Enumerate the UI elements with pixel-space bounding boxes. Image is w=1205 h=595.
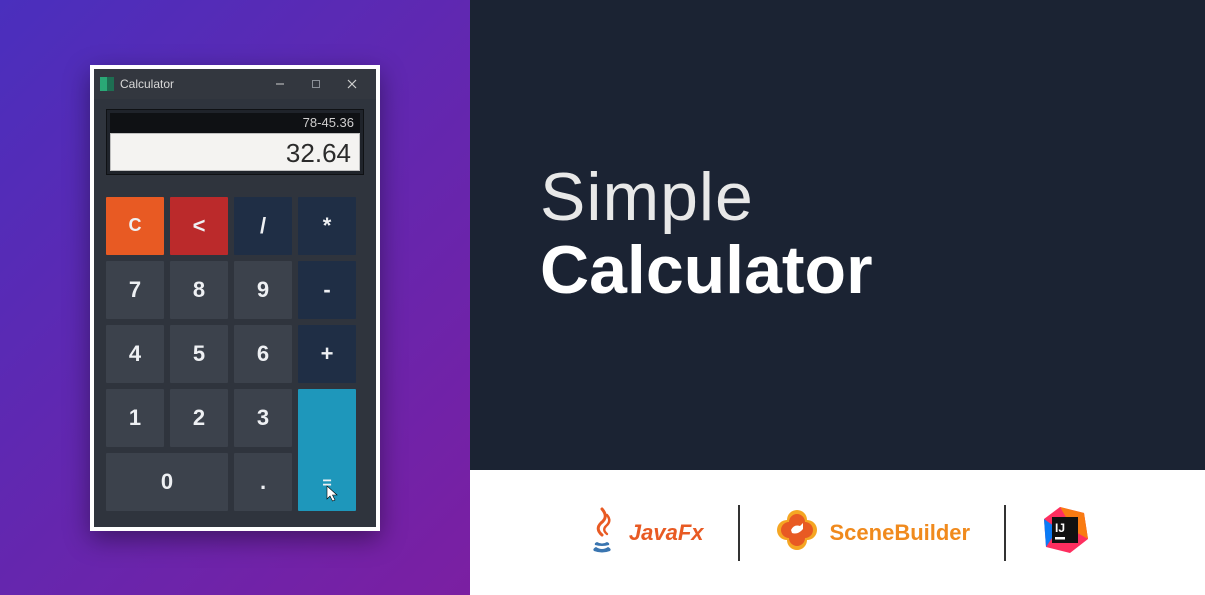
digit-3-button[interactable]: 3: [234, 389, 292, 447]
scenebuilder-badge: SceneBuilder: [744, 507, 1001, 558]
scenebuilder-icon: [774, 507, 820, 558]
digit-5-button[interactable]: 5: [170, 325, 228, 383]
tech-stack-bar: JavaFx SceneBuilder IJ: [470, 470, 1205, 595]
decimal-button[interactable]: .: [234, 453, 292, 511]
window-titlebar: Calculator: [94, 69, 376, 99]
equals-button[interactable]: =: [298, 389, 356, 511]
divider: [738, 505, 740, 561]
digit-2-button[interactable]: 2: [170, 389, 228, 447]
hero-left-panel: Calculator 78-45.36 32.64 C < / *: [0, 0, 470, 595]
hero-title-area: Simple Calculator: [470, 0, 1205, 470]
digit-9-button[interactable]: 9: [234, 261, 292, 319]
multiply-button[interactable]: *: [298, 197, 356, 255]
calculator-body: 78-45.36 32.64 C < / * 7 8 9 - 4 5 6 +: [94, 99, 376, 527]
equals-label: =: [322, 475, 331, 493]
hero-title-line2: Calculator: [540, 233, 873, 308]
result-display: 32.64: [110, 133, 360, 171]
digit-1-button[interactable]: 1: [106, 389, 164, 447]
clear-button[interactable]: C: [106, 197, 164, 255]
maximize-button[interactable]: [298, 69, 334, 99]
java-icon: [585, 507, 619, 558]
plus-button[interactable]: +: [298, 325, 356, 383]
intellij-badge: IJ: [1010, 505, 1120, 560]
app-icon: [100, 77, 114, 91]
digit-7-button[interactable]: 7: [106, 261, 164, 319]
javafx-label: JavaFx: [629, 520, 704, 546]
digit-8-button[interactable]: 8: [170, 261, 228, 319]
digit-6-button[interactable]: 6: [234, 325, 292, 383]
divide-button[interactable]: /: [234, 197, 292, 255]
divider: [1004, 505, 1006, 561]
backspace-button[interactable]: <: [170, 197, 228, 255]
intellij-icon: IJ: [1040, 505, 1090, 560]
hero-title-line1: Simple: [540, 162, 873, 233]
javafx-badge: JavaFx: [555, 507, 734, 558]
expression-display: 78-45.36: [110, 113, 360, 133]
digit-4-button[interactable]: 4: [106, 325, 164, 383]
hero-right-panel: Simple Calculator JavaFx: [470, 0, 1205, 595]
intellij-glyph: IJ: [1055, 521, 1065, 535]
calculator-window: Calculator 78-45.36 32.64 C < / *: [90, 65, 380, 531]
scenebuilder-label: SceneBuilder: [830, 520, 971, 546]
minus-button[interactable]: -: [298, 261, 356, 319]
keypad: C < / * 7 8 9 - 4 5 6 + 1 2 3 =: [106, 197, 364, 511]
window-title: Calculator: [120, 77, 174, 91]
minimize-button[interactable]: [262, 69, 298, 99]
close-button[interactable]: [334, 69, 370, 99]
display: 78-45.36 32.64: [106, 109, 364, 175]
digit-0-button[interactable]: 0: [106, 453, 228, 511]
